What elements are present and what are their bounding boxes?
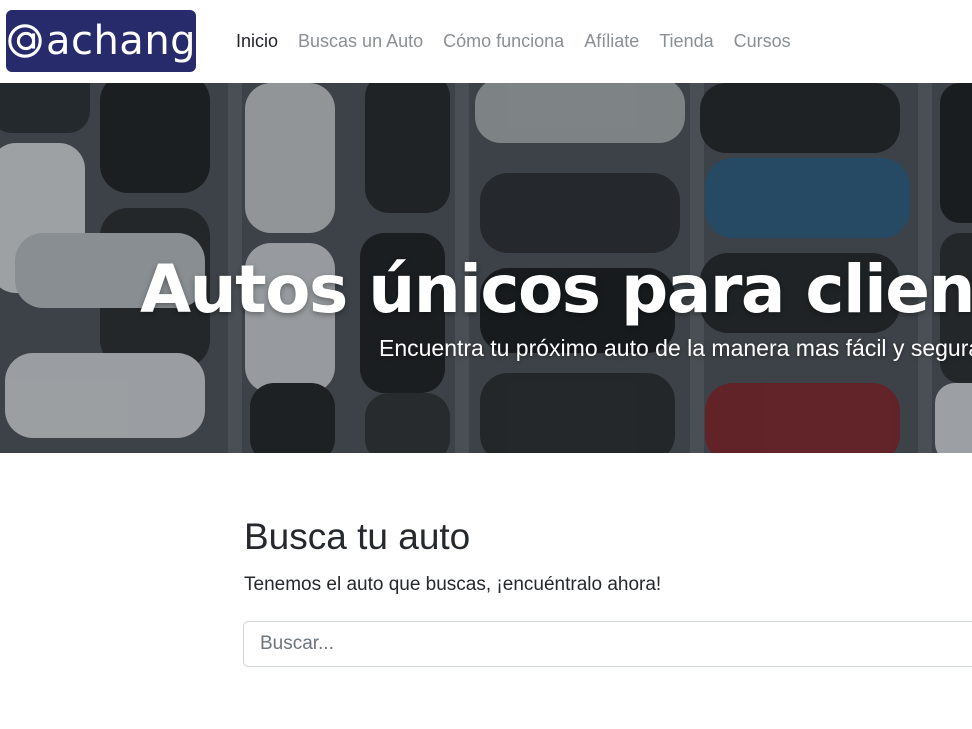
hero-title: Autos únicos para clientes únicos [140,251,972,329]
site-header: achang Inicio Buscas un Auto Cómo funcio… [0,0,972,83]
brand-logo[interactable]: achang [6,10,196,72]
hero-banner: Autos únicos para clientes únicos Encuen… [0,83,972,453]
search-section-title: Busca tu auto [244,516,471,557]
main-nav: Inicio Buscas un Auto Cómo funciona Afíl… [226,0,801,83]
nav-item-buscas-un-auto[interactable]: Buscas un Auto [288,31,433,52]
hero-subtitle: Encuentra tu próximo auto de la manera m… [379,335,972,361]
nav-item-como-funciona[interactable]: Cómo funciona [433,31,574,52]
nav-item-cursos[interactable]: Cursos [724,31,801,52]
nav-item-inicio[interactable]: Inicio [226,31,288,52]
search-section-description: Tenemos el auto que buscas, ¡encuéntralo… [244,574,662,595]
logo-mark: achang [6,21,196,61]
search-field [243,621,972,667]
at-sign-icon [8,24,42,58]
logo-text: achang [45,18,197,64]
nav-item-afiliate[interactable]: Afíliate [574,31,649,52]
search-input[interactable] [244,622,972,666]
nav-item-tienda[interactable]: Tienda [649,31,723,52]
